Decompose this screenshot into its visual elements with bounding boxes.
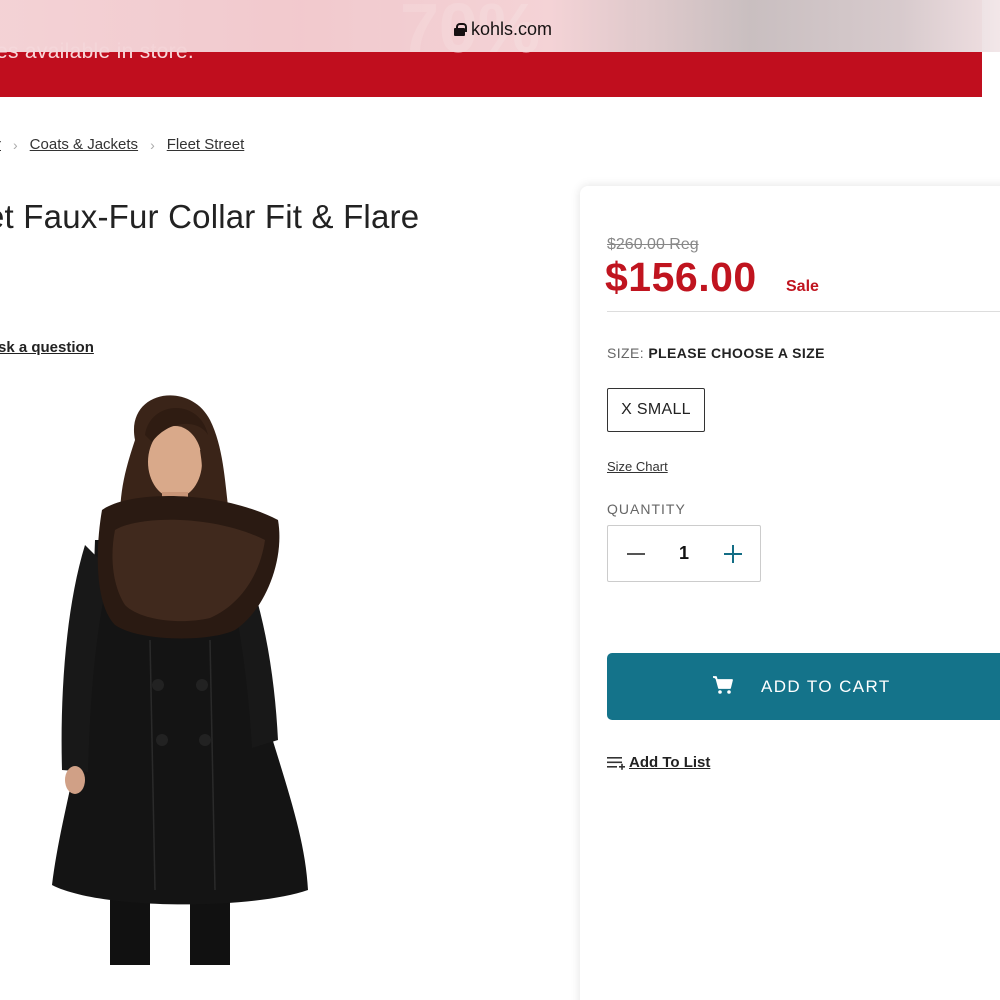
product-image[interactable] xyxy=(40,380,330,965)
browser-url-bar[interactable]: kohls.com xyxy=(0,0,1000,52)
regular-price: $260.00 Reg xyxy=(607,236,699,253)
ask-question-link[interactable]: sk a question xyxy=(0,339,94,356)
add-to-cart-label: ADD TO CART xyxy=(761,677,891,696)
chevron-right-icon: › xyxy=(150,136,155,153)
list-add-icon xyxy=(607,756,625,770)
chevron-right-icon: › xyxy=(13,136,18,153)
breadcrumb-item-fleet-street[interactable]: Fleet Street xyxy=(167,136,245,153)
sale-price: $156.00 xyxy=(605,254,757,300)
add-to-list-link[interactable]: Add To List xyxy=(607,754,710,771)
quantity-label: QUANTITY xyxy=(607,501,686,517)
sale-label: Sale xyxy=(786,278,819,295)
quantity-decrement-button[interactable] xyxy=(608,526,664,581)
quantity-value[interactable]: 1 xyxy=(664,543,704,564)
url-text: kohls.com xyxy=(471,19,553,39)
cart-icon xyxy=(713,676,733,694)
size-prompt: PLEASE CHOOSE A SIZE xyxy=(648,345,825,361)
lock-icon xyxy=(454,23,467,36)
add-to-list-label: Add To List xyxy=(629,754,711,771)
minus-icon xyxy=(627,552,645,555)
add-to-cart-button[interactable]: ADD TO CART xyxy=(607,653,1000,720)
size-label: SIZE: PLEASE CHOOSE A SIZE xyxy=(607,345,825,361)
breadcrumb: r › Coats & Jackets › Fleet Street xyxy=(0,136,244,153)
divider xyxy=(607,311,1000,312)
breadcrumb-item[interactable]: r xyxy=(0,136,1,153)
quantity-increment-button[interactable] xyxy=(704,526,760,581)
size-chart-link[interactable]: Size Chart xyxy=(607,459,668,474)
url-display[interactable]: kohls.com xyxy=(454,19,552,40)
quantity-stepper: 1 xyxy=(607,525,761,582)
breadcrumb-item-coats-jackets[interactable]: Coats & Jackets xyxy=(30,136,138,153)
size-option-x-small[interactable]: X SMALL xyxy=(607,388,705,432)
purchase-panel: $260.00 Reg $156.00 Sale SIZE: PLEASE CH… xyxy=(580,186,1000,1000)
product-title: et Faux-Fur Collar Fit & Flare xyxy=(0,198,420,235)
size-label-prefix: SIZE: xyxy=(607,345,645,361)
